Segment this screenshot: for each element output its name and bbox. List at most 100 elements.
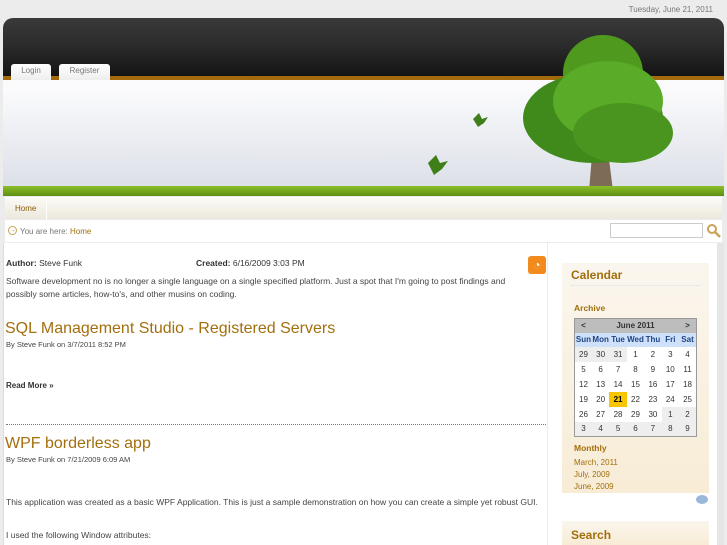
calendar-day[interactable]: 3 <box>661 346 680 362</box>
divider <box>571 285 701 286</box>
post-paragraph: I used the following Window attributes: <box>6 530 152 540</box>
calendar-day[interactable]: 22 <box>626 391 645 407</box>
leaf-icon <box>428 155 448 175</box>
current-date: Tuesday, June 21, 2011 <box>628 5 713 14</box>
calendar-day[interactable]: 25 <box>679 391 697 407</box>
calendar-week: 19 20 21 22 23 24 25 <box>574 391 697 407</box>
day-name: Sun <box>574 332 592 347</box>
prev-month-button[interactable]: < <box>574 318 592 333</box>
calendar-day[interactable]: 5 <box>574 361 592 377</box>
calendar-day[interactable]: 6 <box>626 421 645 437</box>
post-paragraph: This application was created as a basic … <box>6 497 538 507</box>
calendar-day[interactable]: 26 <box>574 406 592 422</box>
calendar-day[interactable]: 1 <box>661 406 680 422</box>
calendar-day[interactable]: 8 <box>661 421 680 437</box>
calendar-day[interactable]: 28 <box>609 406 627 422</box>
next-month-button[interactable]: > <box>679 318 697 333</box>
author-line: Author: Steve Funk <box>6 258 82 268</box>
tree-illustration <box>428 35 673 191</box>
calendar-day[interactable]: 27 <box>591 406 610 422</box>
calendar-day[interactable]: 30 <box>591 346 610 362</box>
login-tab[interactable]: Login <box>11 64 51 80</box>
calendar-week: 5 6 7 8 9 10 11 <box>574 361 697 377</box>
calendar-week: 29 30 31 1 2 3 4 <box>574 346 697 362</box>
day-name: Sat <box>679 332 697 347</box>
calendar-panel: Calendar Archive < June 2011 > Sun Mon Tue We… <box>562 263 709 493</box>
calendar-day[interactable]: 7 <box>644 421 662 437</box>
post-meta: By Steve Funk on 7/21/2009 6:09 AM <box>6 455 131 464</box>
breadcrumb-home[interactable]: Home <box>70 227 91 236</box>
day-name: Mon <box>591 332 610 347</box>
calendar-day[interactable]: 1 <box>626 346 645 362</box>
calendar-month: June 2011 <box>591 318 680 333</box>
nav-home[interactable]: Home <box>5 198 48 220</box>
breadcrumb: → You are here: Home <box>5 220 722 242</box>
rss-icon[interactable]: ◔ <box>528 256 546 274</box>
calendar-day[interactable]: 31 <box>609 346 627 362</box>
calendar-day[interactable]: 10 <box>661 361 680 377</box>
calendar-day[interactable]: 14 <box>609 376 627 392</box>
calendar-day[interactable]: 16 <box>644 376 662 392</box>
calendar-week: 3456789 <box>574 421 697 437</box>
calendar-day[interactable]: 5 <box>609 421 627 437</box>
calendar-day[interactable]: 24 <box>661 391 680 407</box>
calendar-day[interactable]: 18 <box>679 376 697 392</box>
calendar-day[interactable]: 7 <box>609 361 627 377</box>
calendar-day[interactable]: 29 <box>574 346 592 362</box>
month-link[interactable]: June, 2009 <box>574 482 614 491</box>
search-input[interactable] <box>610 223 703 238</box>
search-icon[interactable] <box>706 223 721 238</box>
calendar-day[interactable]: 2 <box>644 346 662 362</box>
day-name: Fri <box>661 332 680 347</box>
day-name: Tue <box>609 332 627 347</box>
created-line: Created: 6/16/2009 3:03 PM <box>196 258 305 268</box>
calendar-day[interactable]: 11 <box>679 361 697 377</box>
post-title[interactable]: SQL Management Studio - Registered Serve… <box>5 320 335 338</box>
calendar-day[interactable]: 23 <box>644 391 662 407</box>
calendar-day[interactable]: 19 <box>574 391 592 407</box>
calendar-day[interactable]: 9 <box>679 421 697 437</box>
register-tab[interactable]: Register <box>59 64 110 80</box>
calendar-day[interactable]: 3 <box>574 421 592 437</box>
calendar-day[interactable]: 30 <box>644 406 662 422</box>
calendar-day[interactable]: 4 <box>679 346 697 362</box>
calendar-day[interactable]: 8 <box>626 361 645 377</box>
calendar-day[interactable]: 4 <box>591 421 610 437</box>
post-title[interactable]: WPF borderless app <box>5 435 151 453</box>
syndication-icon[interactable] <box>696 495 708 504</box>
leaf-icon <box>473 113 488 127</box>
calendar-day[interactable]: 13 <box>591 376 610 392</box>
arrow-icon: → <box>8 226 17 235</box>
post-divider <box>6 424 546 425</box>
calendar-day[interactable]: 29 <box>626 406 645 422</box>
calendar-day[interactable]: 20 <box>591 391 610 407</box>
scrollbar[interactable] <box>717 243 724 545</box>
month-link[interactable]: March, 2011 <box>574 458 618 467</box>
calendar-week: 26 27 28 29 30 1 2 <box>574 406 697 422</box>
created-label: Created: <box>196 258 231 268</box>
monthly-label: Monthly <box>574 443 607 453</box>
grass-strip <box>3 186 724 196</box>
sidebar: Calendar Archive < June 2011 > Sun Mon Tue We… <box>548 243 724 545</box>
calendar-table: < June 2011 > Sun Mon Tue Wed Thu Fri Sat 29 30 31… <box>574 318 697 437</box>
calendar-day[interactable]: 17 <box>661 376 680 392</box>
calendar-title: Calendar <box>571 268 623 282</box>
calendar-day[interactable]: 15 <box>626 376 645 392</box>
calendar-day[interactable]: 2 <box>679 406 697 422</box>
day-name: Thu <box>644 332 662 347</box>
author-name: Steve Funk <box>39 258 83 268</box>
created-date: 6/16/2009 3:03 PM <box>232 258 305 268</box>
calendar-week: 12 13 14 15 16 17 18 <box>574 376 697 392</box>
main-nav: Home <box>5 197 722 220</box>
month-link[interactable]: July, 2009 <box>574 470 610 479</box>
post-meta: By Steve Funk on 3/7/2011 8:52 PM <box>6 340 126 349</box>
calendar-day[interactable]: 9 <box>644 361 662 377</box>
search-title: Search <box>571 528 612 542</box>
calendar-day[interactable]: 12 <box>574 376 592 392</box>
author-label: Author: <box>6 258 37 268</box>
calendar-day[interactable]: 6 <box>591 361 610 377</box>
search-panel: Search <box>562 521 709 545</box>
read-more-link[interactable]: Read More » <box>6 381 54 390</box>
breadcrumb-label: You are here: <box>20 227 68 236</box>
calendar-day-today[interactable]: 21 <box>609 391 627 407</box>
